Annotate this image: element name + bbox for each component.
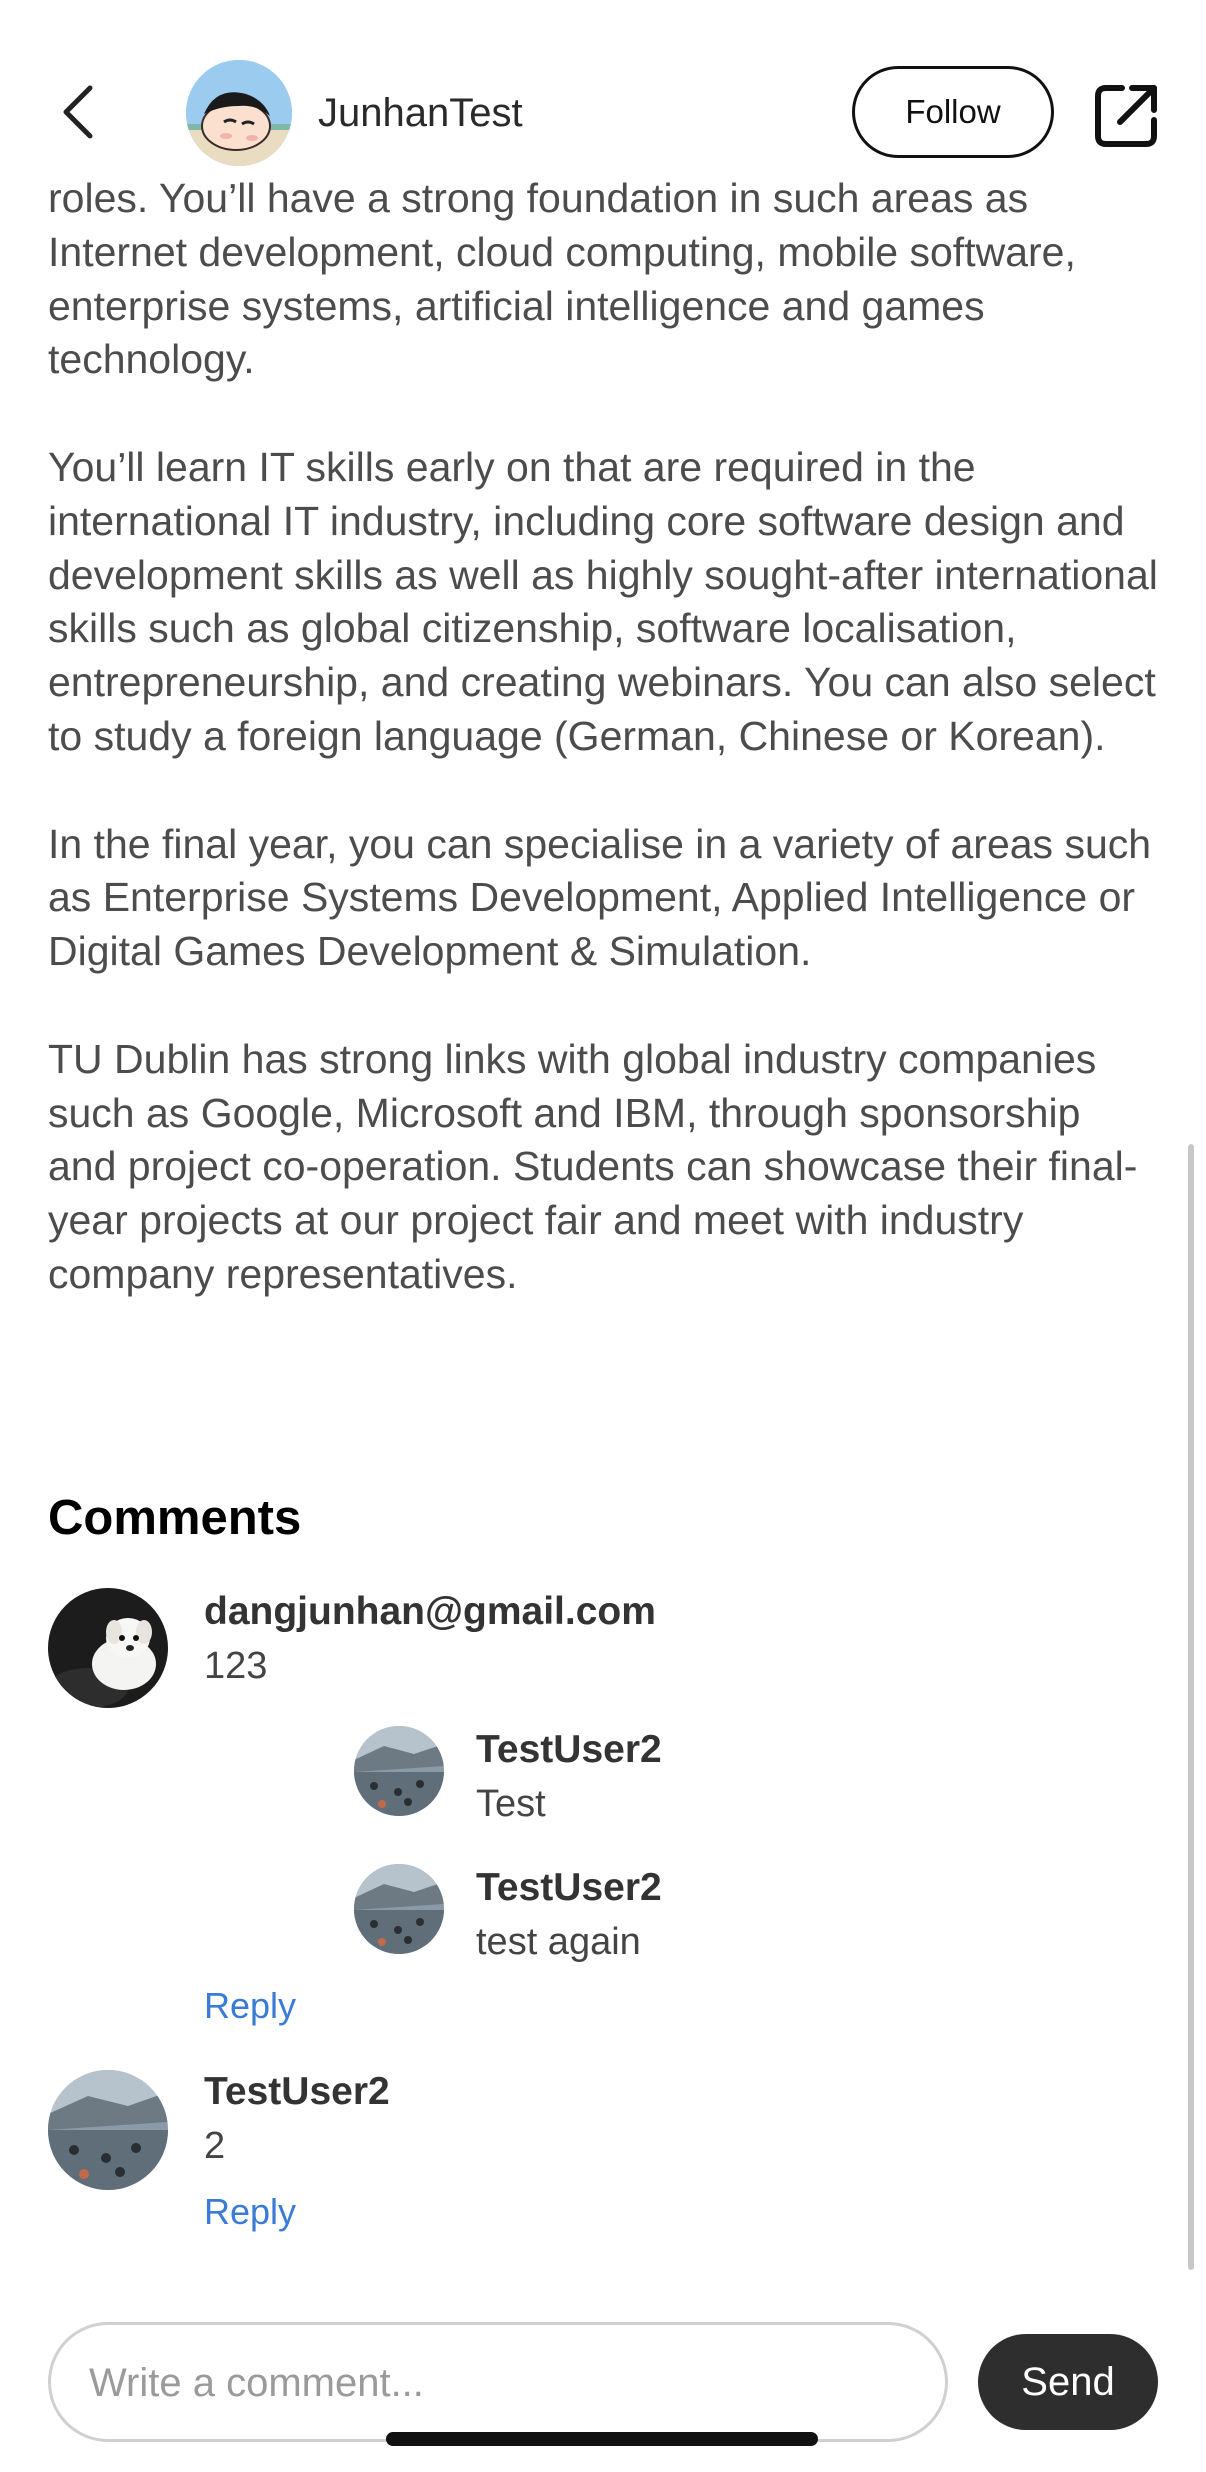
reply-author: TestUser2	[476, 1866, 662, 1909]
comment-input-container	[48, 2322, 948, 2442]
send-button[interactable]: Send	[978, 2334, 1158, 2430]
photo-avatar-image	[48, 2070, 168, 2190]
commenter-avatar[interactable]	[48, 2070, 168, 2190]
reply-text: Test	[476, 1783, 546, 1825]
photo-avatar-image	[354, 1864, 444, 1954]
commenter-avatar[interactable]	[48, 1588, 168, 1708]
back-button[interactable]	[48, 82, 108, 142]
comments-heading: Comments	[48, 1491, 302, 1545]
comment-text: 123	[204, 1645, 268, 1687]
article-paragraph: You’ll learn IT skills early on that are…	[48, 443, 1158, 759]
dog-avatar-image	[48, 1588, 168, 1708]
follow-button[interactable]: Follow	[852, 66, 1054, 158]
home-indicator	[386, 2432, 818, 2446]
article-body: roles. You’ll have a strong foundation i…	[48, 172, 1158, 1302]
reply-avatar[interactable]	[354, 1864, 444, 1954]
share-button[interactable]	[1092, 80, 1162, 150]
author-avatar[interactable]	[186, 60, 292, 166]
article-paragraph: In the final year, you can specialise in…	[48, 820, 1152, 975]
photo-avatar-image	[354, 1726, 444, 1816]
comment-input[interactable]	[87, 2325, 911, 2441]
author-name[interactable]: JunhanTest	[318, 88, 523, 138]
reply-link[interactable]: Reply	[204, 2190, 296, 2234]
reply-author: TestUser2	[476, 1728, 662, 1771]
reply-avatar[interactable]	[354, 1726, 444, 1816]
post-header: JunhanTest Follow	[0, 0, 1206, 180]
reply-link[interactable]: Reply	[204, 1984, 296, 2028]
reply-text: test again	[476, 1921, 641, 1963]
article-paragraph: roles. You’ll have a strong foundation i…	[48, 175, 1076, 383]
comment-author: dangjunhan@gmail.com	[204, 1590, 656, 1633]
chevron-left-icon	[63, 85, 93, 139]
comment-text: 2	[204, 2125, 226, 2167]
scrollbar[interactable]	[1188, 1144, 1194, 2270]
comment-author: TestUser2	[204, 2070, 390, 2113]
share-external-icon	[1095, 85, 1157, 147]
article-paragraph: TU Dublin has strong links with global i…	[48, 1035, 1138, 1297]
cartoon-avatar-image	[186, 60, 292, 166]
